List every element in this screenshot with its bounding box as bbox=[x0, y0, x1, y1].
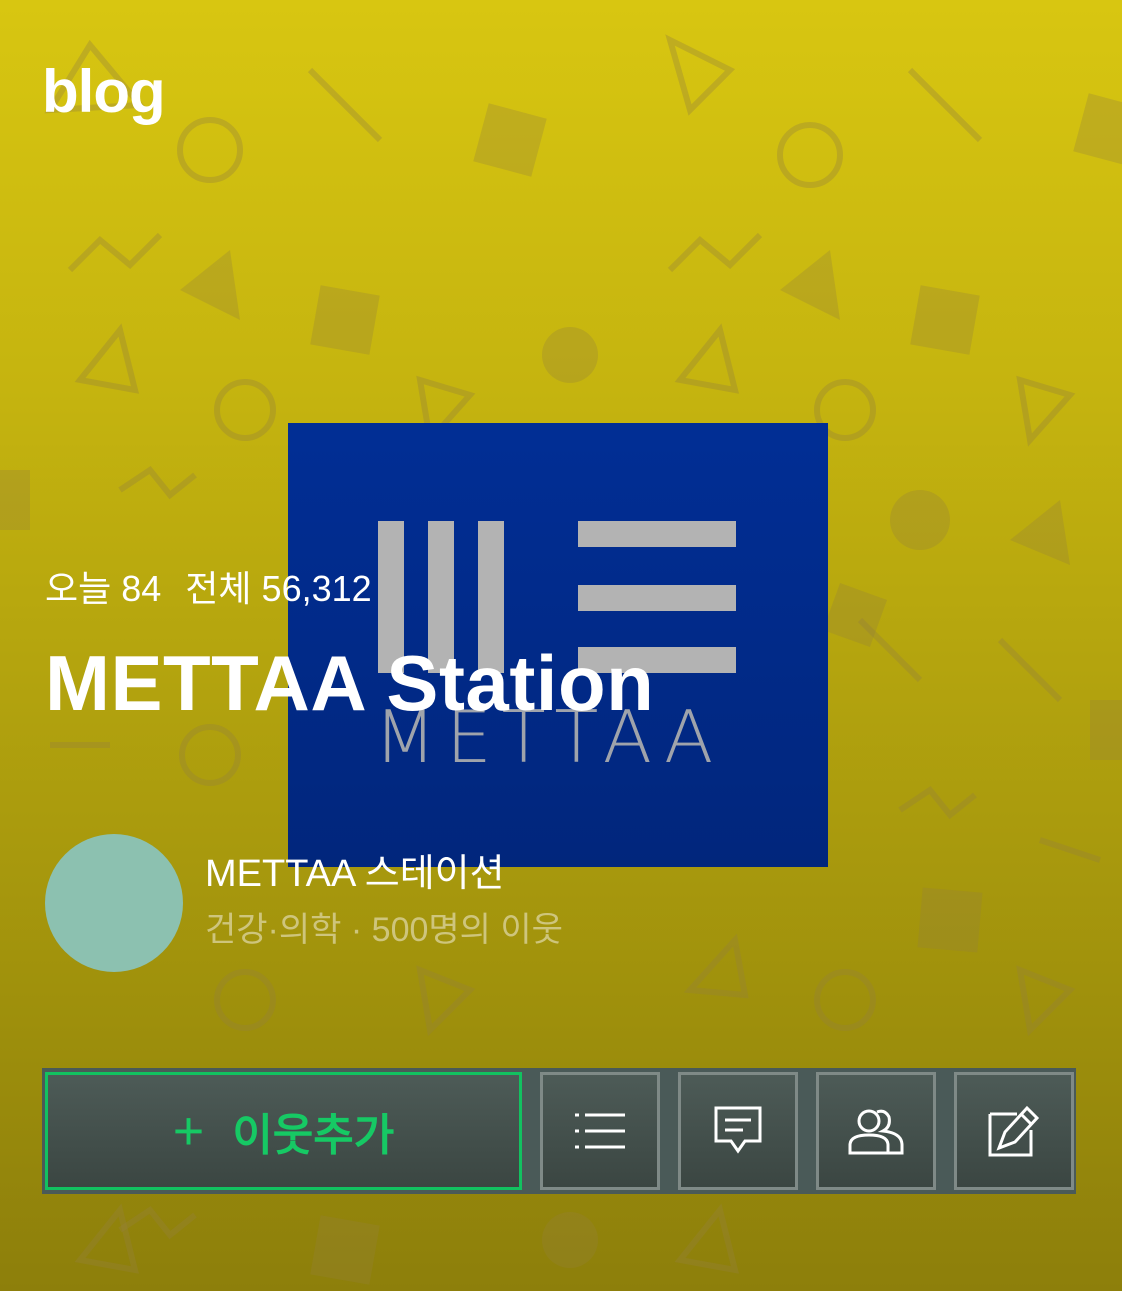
today-count: 84 bbox=[121, 568, 162, 609]
comment-icon bbox=[714, 1106, 762, 1154]
today-label: 오늘 bbox=[45, 568, 112, 609]
action-bar: + 이웃추가 bbox=[42, 1068, 1076, 1194]
neighbors-button[interactable] bbox=[816, 1072, 936, 1190]
visitor-stats: 오늘 84 전체 56,312 bbox=[45, 569, 382, 609]
blog-title: METTAA Station bbox=[45, 639, 655, 727]
write-post-button[interactable] bbox=[954, 1072, 1074, 1190]
list-icon bbox=[575, 1113, 625, 1149]
owner-meta: 건강·의학 · 500명의 이웃 bbox=[205, 911, 563, 949]
owner-name[interactable]: METTAA 스테이션 bbox=[205, 852, 505, 896]
write-icon bbox=[988, 1105, 1040, 1157]
plus-icon: + bbox=[172, 1101, 205, 1161]
post-list-button[interactable] bbox=[540, 1072, 660, 1190]
add-neighbor-label: 이웃추가 bbox=[232, 1111, 395, 1160]
add-neighbor-button[interactable]: + 이웃추가 bbox=[45, 1072, 522, 1190]
total-label: 전체 bbox=[185, 568, 252, 609]
total-count: 56,312 bbox=[261, 568, 372, 609]
neighbors-icon bbox=[848, 1109, 904, 1155]
blog-logo[interactable]: blog bbox=[42, 62, 166, 122]
guestbook-button[interactable] bbox=[678, 1072, 798, 1190]
avatar[interactable] bbox=[45, 834, 183, 972]
